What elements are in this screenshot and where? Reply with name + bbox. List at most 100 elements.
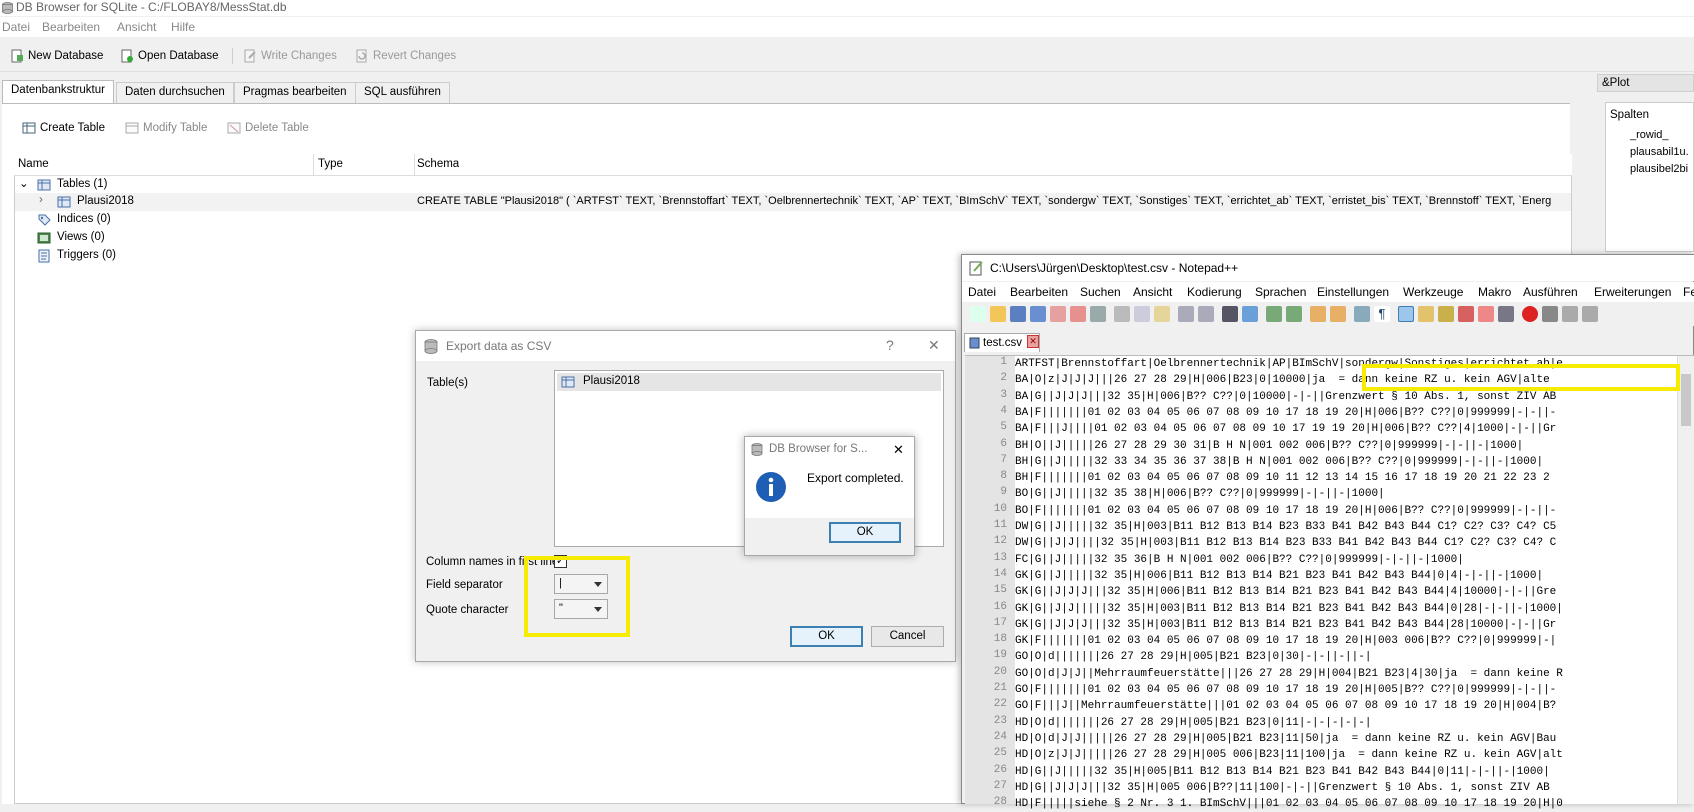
- print-icon[interactable]: [1090, 306, 1106, 322]
- monitor-icon[interactable]: [1498, 306, 1514, 322]
- run-macro-icon[interactable]: [1582, 306, 1598, 322]
- paste-icon[interactable]: [1154, 306, 1170, 322]
- new-database-button[interactable]: New Database: [10, 47, 103, 65]
- npp-menu-item[interactable]: Ausführen: [1523, 285, 1578, 299]
- code-line[interactable]: BA|G||J|J|J|||32 35|H|006|B?? C??|0|1000…: [1015, 389, 1681, 405]
- code-line[interactable]: GO|O|d|J|J||Mehrraumfeuerstätte|||26 27 …: [1015, 666, 1681, 682]
- npp-menu-item[interactable]: Einstellungen: [1317, 285, 1389, 299]
- plot-panel-title[interactable]: &Plot: [1597, 74, 1694, 92]
- tab-datenbankstruktur[interactable]: Datenbankstruktur: [2, 80, 114, 104]
- code-line[interactable]: GO|O|d|||||||26 27 28 29|H|005|B21 B23|0…: [1015, 649, 1681, 665]
- code-line[interactable]: DW|G||J|||||32 35|H|003|B11 B12 B13 B14 …: [1015, 519, 1681, 535]
- tab-sql-ausfuehren[interactable]: SQL ausführen: [355, 82, 450, 103]
- tree-row-tables[interactable]: ⌄ Tables (1): [15, 176, 1571, 194]
- code-line[interactable]: HD|O|d|||||||26 27 28 29|H|005|B21 B23|0…: [1015, 715, 1681, 731]
- code-line[interactable]: BH|G||J|||||32 33 34 35 36 37 38|B H N|0…: [1015, 454, 1681, 470]
- plot-columns-list[interactable]: Spalten _rowid_ plausabil1u. plausibel2b…: [1605, 102, 1694, 252]
- menu-datei[interactable]: Datei: [2, 20, 30, 34]
- close-icon[interactable]: ✕: [928, 337, 940, 354]
- modify-table-button[interactable]: Modify Table: [125, 121, 207, 135]
- menu-hilfe[interactable]: Hilfe: [171, 20, 195, 34]
- copy-icon[interactable]: [1134, 306, 1150, 322]
- redo-icon[interactable]: [1198, 306, 1214, 322]
- close-icon[interactable]: ✕: [893, 442, 904, 458]
- code-line[interactable]: HD|F|||||siehe § 2 Nr. 3 1. BImSchV|||01…: [1015, 796, 1681, 812]
- npp-menu-item[interactable]: Datei: [968, 285, 996, 299]
- list-item-selected[interactable]: Plausi2018: [557, 373, 941, 391]
- open-database-button[interactable]: Open Database: [120, 47, 219, 65]
- show-all-chars-icon[interactable]: ¶: [1374, 306, 1390, 322]
- code-line[interactable]: GK|G||J|J|J|||32 35|H|006|B11 B12 B13 B1…: [1015, 584, 1681, 600]
- code-line[interactable]: GO|F|||||||01 02 03 04 05 06 07 08 09 10…: [1015, 682, 1681, 698]
- npp-menu-item[interactable]: Sprachen: [1255, 285, 1306, 299]
- delete-table-button[interactable]: Delete Table: [227, 121, 309, 135]
- npp-menu-item[interactable]: Fe: [1683, 285, 1694, 299]
- npp-menu-item[interactable]: Erweiterungen: [1594, 285, 1671, 299]
- column-header-schema[interactable]: Schema: [417, 158, 459, 170]
- tree-row-views[interactable]: Views (0): [15, 229, 1571, 247]
- code-line[interactable]: GK|F|||||||01 02 03 04 05 06 07 08 09 10…: [1015, 633, 1681, 649]
- new-file-icon[interactable]: [970, 306, 986, 322]
- save-icon[interactable]: [1010, 306, 1026, 322]
- tab-pragmas-bearbeiten[interactable]: Pragmas bearbeiten: [234, 82, 356, 103]
- help-button[interactable]: ?: [886, 337, 894, 353]
- npp-menu-item[interactable]: Suchen: [1080, 285, 1121, 299]
- collapse-icon[interactable]: ⌄: [19, 176, 29, 190]
- code-line[interactable]: BA|F|||||||01 02 03 04 05 06 07 08 09 10…: [1015, 405, 1681, 421]
- menu-bearbeiten[interactable]: Bearbeiten: [42, 20, 100, 34]
- close-all-icon[interactable]: [1070, 306, 1086, 322]
- vertical-scrollbar[interactable]: [1677, 356, 1694, 804]
- column-header-type[interactable]: Type: [318, 158, 343, 170]
- code-line[interactable]: BO|G||J|||||32 35 38|H|006|B?? C??|0|999…: [1015, 486, 1681, 502]
- export-ok-button[interactable]: OK: [790, 626, 863, 647]
- code-line[interactable]: DW|G||J|J||||32 35|H|003|B11 B12 B13 B14…: [1015, 535, 1681, 551]
- message-ok-button[interactable]: OK: [829, 522, 901, 543]
- code-line[interactable]: GO|F|||J||Mehrraumfeuerstätte|||01 02 03…: [1015, 698, 1681, 714]
- expand-icon[interactable]: ›: [39, 194, 43, 206]
- open-folder-icon[interactable]: [990, 306, 1006, 322]
- indent-guide-icon[interactable]: [1398, 306, 1414, 322]
- find-icon[interactable]: [1222, 306, 1238, 322]
- code-line[interactable]: HD|O|d|J|J|||||26 27 28 29|H|005|B21 B23…: [1015, 731, 1681, 747]
- npp-menu-item[interactable]: Kodierung: [1187, 285, 1242, 299]
- tree-row-table[interactable]: › Plausi2018 CREATE TABLE "Plausi2018" (…: [15, 193, 1571, 211]
- udl-icon[interactable]: [1418, 306, 1434, 322]
- code-line[interactable]: FC|G||J|||||32 35 36|B H N|001 002 006|B…: [1015, 552, 1681, 568]
- column-header-name[interactable]: Name: [18, 158, 49, 170]
- code-line[interactable]: HD|G||J|J|J|||32 35|H|005 006|B??|11|100…: [1015, 780, 1681, 796]
- sync-v-icon[interactable]: [1310, 306, 1326, 322]
- tree-row-indices[interactable]: Indices (0): [15, 211, 1571, 229]
- create-table-button[interactable]: Create Table: [22, 121, 105, 135]
- file-tab[interactable]: test.csv ✕: [964, 333, 1040, 352]
- write-changes-button[interactable]: Write Changes: [243, 47, 337, 65]
- menu-ansicht[interactable]: Ansicht: [117, 20, 156, 34]
- npp-menu-item[interactable]: Ansicht: [1133, 285, 1172, 299]
- export-cancel-button[interactable]: Cancel: [871, 626, 944, 647]
- save-all-icon[interactable]: [1030, 306, 1046, 322]
- sync-h-icon[interactable]: [1330, 306, 1346, 322]
- cut-icon[interactable]: [1114, 306, 1130, 322]
- undo-icon[interactable]: [1178, 306, 1194, 322]
- zoom-out-icon[interactable]: [1286, 306, 1302, 322]
- replace-icon[interactable]: [1242, 306, 1258, 322]
- npp-menu-item[interactable]: Bearbeiten: [1010, 285, 1068, 299]
- close-file-icon[interactable]: [1050, 306, 1066, 322]
- stop-macro-icon[interactable]: [1542, 306, 1558, 322]
- code-line[interactable]: HD|G||J|||||32 35|H|005|B11 B12 B13 B14 …: [1015, 764, 1681, 780]
- code-line[interactable]: BH|F|||||||01 02 03 04 05 06 07 08 09 10…: [1015, 470, 1681, 486]
- function-list-icon[interactable]: [1458, 306, 1474, 322]
- code-line[interactable]: BO|F|||||||01 02 03 04 05 06 07 08 09 10…: [1015, 503, 1681, 519]
- code-line[interactable]: BA|F|||J||||01 02 03 04 05 06 07 08 09 1…: [1015, 421, 1681, 437]
- doc-map-icon[interactable]: [1438, 306, 1454, 322]
- folder-workspace-icon[interactable]: [1478, 306, 1494, 322]
- play-macro-icon[interactable]: [1562, 306, 1578, 322]
- scrollbar-thumb[interactable]: [1681, 374, 1691, 426]
- code-line[interactable]: BH|O||J|||||26 27 28 29 30 31|B H N|001 …: [1015, 438, 1681, 454]
- revert-changes-button[interactable]: Revert Changes: [355, 47, 456, 65]
- code-line[interactable]: GK|G||J|||||32 35|H|006|B11 B12 B13 B14 …: [1015, 568, 1681, 584]
- npp-menu-item[interactable]: Makro: [1478, 285, 1511, 299]
- column-item[interactable]: _rowid_: [1630, 129, 1669, 141]
- code-line[interactable]: GK|G||J|J|||||32 35|H|003|B11 B12 B13 B1…: [1015, 601, 1681, 617]
- record-macro-icon[interactable]: [1522, 306, 1538, 322]
- code-line[interactable]: HD|O|z|J|J|||||26 27 28 29|H|005 006|B23…: [1015, 747, 1681, 763]
